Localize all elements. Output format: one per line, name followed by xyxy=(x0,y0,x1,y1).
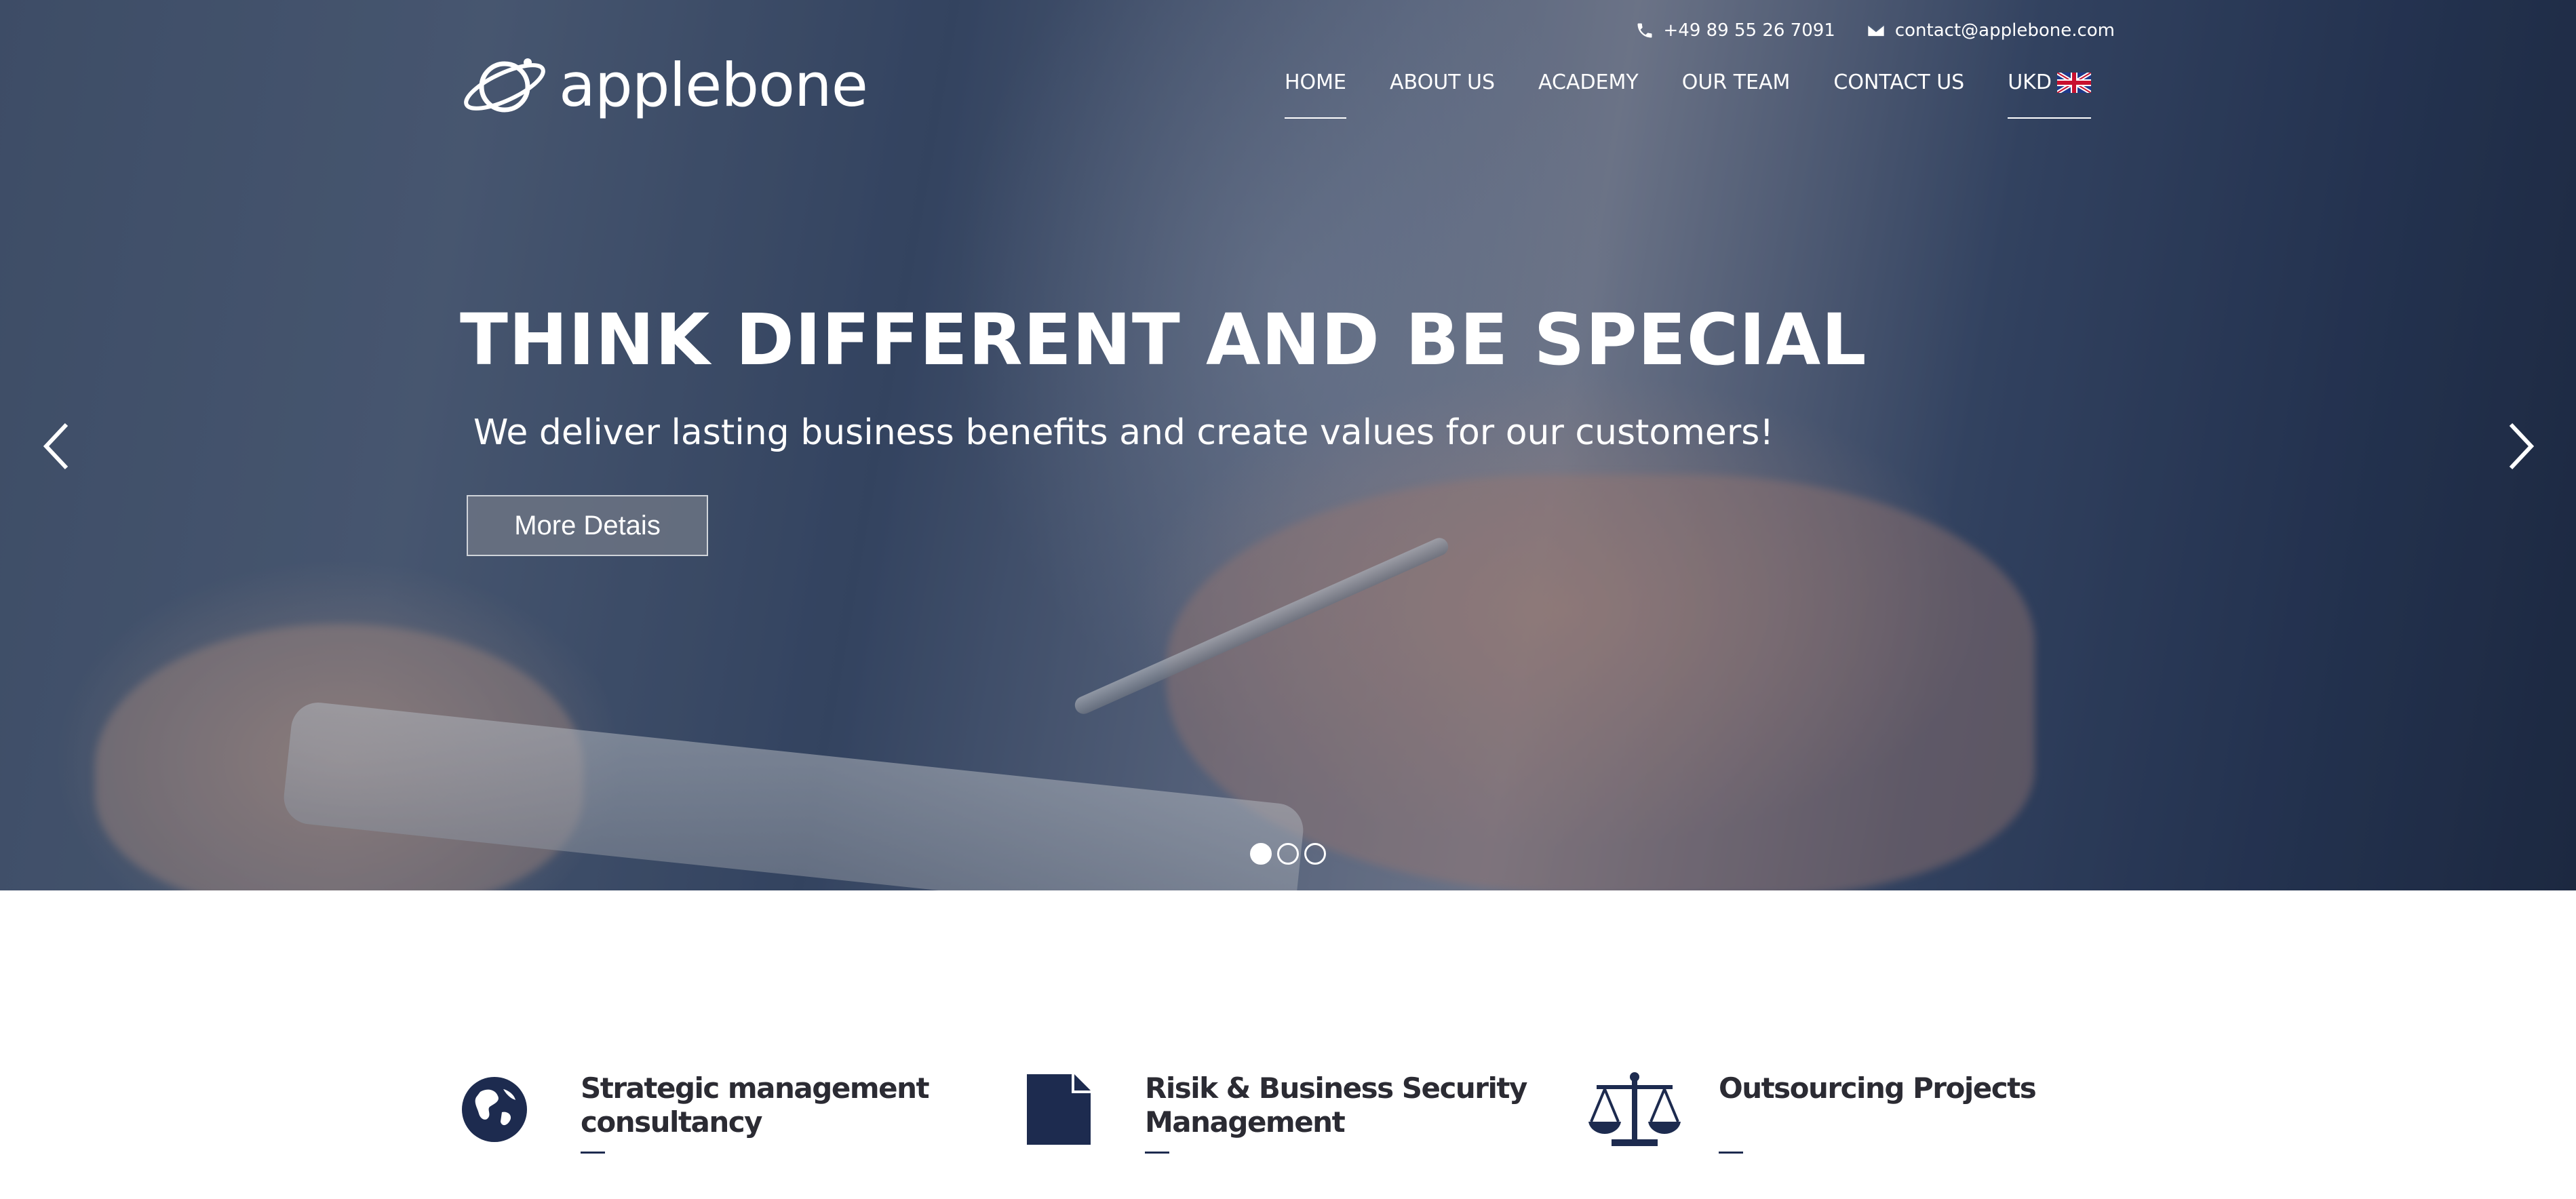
service-risk-security[interactable]: Risik & Business Security Management xyxy=(1024,1072,1527,1154)
phone-icon xyxy=(1637,23,1652,38)
service-outsourcing[interactable]: Outsourcing Projects xyxy=(1587,1072,2037,1154)
document-icon xyxy=(1024,1072,1093,1147)
nav-home[interactable]: HOME xyxy=(1285,71,1347,119)
nav-our-team-label: OUR TEAM xyxy=(1681,71,1791,94)
nav-home-label: HOME xyxy=(1285,71,1347,94)
phone-contact[interactable]: +49 89 55 26 7091 xyxy=(1635,20,1835,41)
site-logo[interactable]: applebone xyxy=(460,47,868,122)
service-title-line2: Management xyxy=(1145,1105,1346,1139)
more-details-button[interactable]: More Detais xyxy=(467,495,708,556)
slider-prev-button[interactable] xyxy=(34,419,81,473)
main-nav: HOME ABOUT US ACADEMY OUR TEAM CONTACT U… xyxy=(1285,71,2091,119)
email-contact[interactable]: contact@applebone.com xyxy=(1867,20,2115,41)
contact-bar: +49 89 55 26 7091 contact@applebone.com xyxy=(1635,20,2115,41)
service-title: Risik & Business Security Management xyxy=(1145,1072,1527,1139)
chevron-left-icon xyxy=(43,422,69,470)
service-title-line1: Risik & Business Security xyxy=(1145,1072,1527,1105)
slider-pagination xyxy=(1250,843,1326,865)
service-title-line1: Outsourcing Projects xyxy=(1719,1072,2037,1105)
service-title: Outsourcing Projects xyxy=(1719,1072,2037,1105)
nav-language-ukd[interactable]: UKD xyxy=(2008,71,2091,119)
nav-contact-us[interactable]: CONTACT US xyxy=(1833,71,1964,119)
nav-our-team[interactable]: OUR TEAM xyxy=(1682,71,1791,119)
nav-contact-us-label: CONTACT US xyxy=(1833,71,1965,94)
nav-about-us[interactable]: ABOUT US xyxy=(1390,71,1495,119)
slider-next-button[interactable] xyxy=(2496,419,2543,473)
envelope-icon xyxy=(1867,24,1885,37)
service-underline xyxy=(1145,1152,1169,1154)
email-address: contact@applebone.com xyxy=(1894,20,2115,41)
scales-icon xyxy=(1587,1072,1682,1147)
service-underline xyxy=(1719,1152,1743,1154)
uk-flag-icon xyxy=(2056,72,2091,93)
service-title-line1: Strategic management xyxy=(581,1072,930,1105)
nav-language-label: UKD xyxy=(2008,71,2052,94)
phone-number: +49 89 55 26 7091 xyxy=(1663,20,1835,41)
slider-dot-2[interactable] xyxy=(1277,843,1299,865)
planet-logo-icon xyxy=(464,58,545,113)
nav-academy-label: ACADEMY xyxy=(1538,71,1639,94)
nav-academy[interactable]: ACADEMY xyxy=(1538,71,1639,119)
slider-dot-1[interactable] xyxy=(1250,843,1272,865)
globe-icon xyxy=(460,1072,529,1147)
slider-dot-3[interactable] xyxy=(1304,843,1326,865)
service-underline xyxy=(581,1152,605,1154)
hero-headline: THINK DIFFERENT AND BE SPECIAL xyxy=(460,298,1867,381)
service-strategic-management[interactable]: Strategic management consultancy xyxy=(460,1072,930,1154)
nav-about-us-label: ABOUT US xyxy=(1390,71,1496,94)
logo-text: applebone xyxy=(559,50,868,120)
service-title-line2: consultancy xyxy=(581,1105,763,1139)
hero-subline: We deliver lasting business benefits and… xyxy=(473,412,1774,453)
chevron-right-icon xyxy=(2509,422,2535,470)
service-title: Strategic management consultancy xyxy=(581,1072,930,1139)
